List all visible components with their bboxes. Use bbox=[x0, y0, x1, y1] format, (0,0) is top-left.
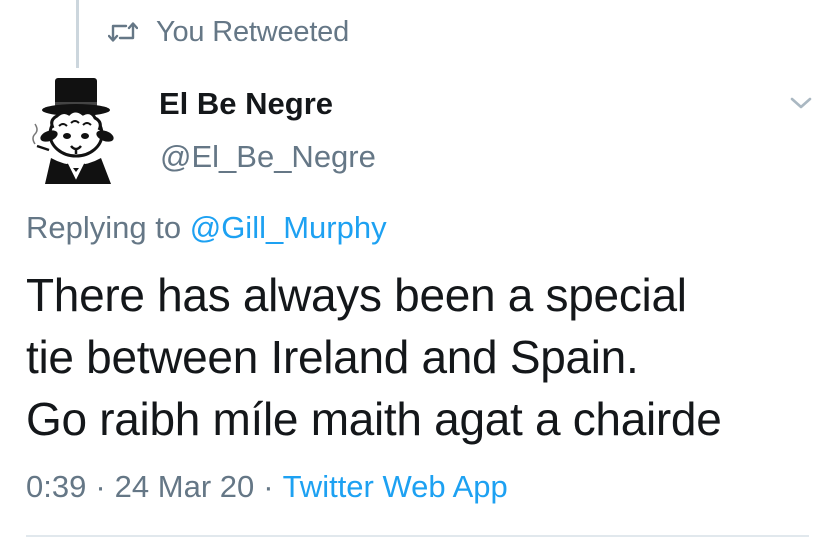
tweet-source-link[interactable]: Twitter Web App bbox=[283, 469, 508, 504]
retweet-icon bbox=[108, 21, 138, 43]
tweet-body: There has always been a special tie betw… bbox=[26, 264, 826, 450]
replying-to-line: Replying to @Gill_Murphy bbox=[26, 210, 387, 246]
more-options-chevron-down-icon[interactable] bbox=[788, 92, 814, 114]
author-avatar[interactable] bbox=[27, 76, 127, 185]
retweet-indicator: You Retweeted bbox=[108, 14, 349, 50]
retweet-label: You Retweeted bbox=[156, 15, 350, 48]
author-handle[interactable]: @El_Be_Negre bbox=[160, 139, 376, 175]
reply-mention-link[interactable]: @Gill_Murphy bbox=[190, 210, 387, 245]
tweet-line: tie between Ireland and Spain. bbox=[26, 331, 639, 383]
tweet-time[interactable]: 0:39 bbox=[26, 469, 86, 504]
meta-separator: · bbox=[95, 469, 106, 504]
tweet-line: There has always been a special bbox=[26, 269, 687, 321]
tweet-line: Go raibh míle maith agat a chairde bbox=[26, 393, 722, 445]
replying-to-label: Replying to bbox=[26, 210, 182, 245]
author-display-name[interactable]: El Be Negre bbox=[159, 86, 333, 122]
tweet-date[interactable]: 24 Mar 20 bbox=[115, 469, 255, 504]
thread-connector-line bbox=[76, 0, 79, 68]
meta-separator: · bbox=[263, 469, 274, 504]
tweet-divider bbox=[26, 535, 809, 537]
tweet-metadata: 0:39 · 24 Mar 20 · Twitter Web App bbox=[26, 469, 508, 505]
